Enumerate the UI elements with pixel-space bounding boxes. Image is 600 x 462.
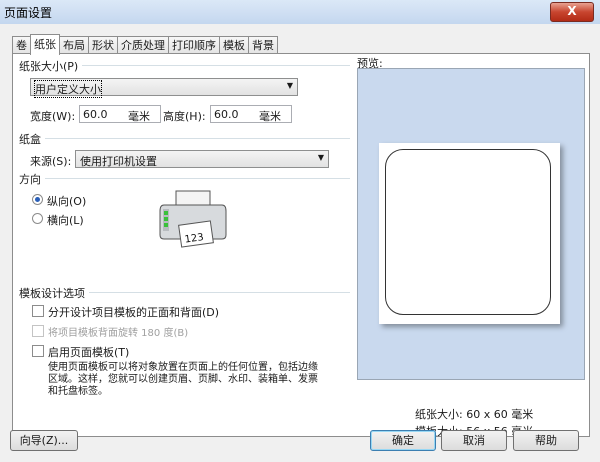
landscape-label[interactable]: 横向(L) xyxy=(47,212,84,228)
dialog-body: 卷 纸张 布局 形状 介质处理 打印顺序 模板 背景 纸张大小(P) 用户定义大… xyxy=(0,24,600,462)
width-value: 60.0 xyxy=(83,108,108,121)
tab-layout[interactable]: 布局 xyxy=(59,36,89,54)
portrait-radio[interactable] xyxy=(32,194,43,205)
description-line-1: 使用页面模板可以将对象放置在页面上的任何位置，包括边缘 xyxy=(48,362,318,373)
paper-tab-panel: 纸张大小(P) 用户定义大小 ▼ 宽度(W): 60.0 毫米 高度(H): 6… xyxy=(12,53,590,438)
paper-tray-group-label: 纸盒 xyxy=(19,133,45,146)
preview-pane xyxy=(357,68,585,380)
help-button[interactable]: 帮助 xyxy=(513,430,579,451)
chevron-down-icon: ▼ xyxy=(317,153,324,162)
page-template-description: 使用页面模板可以将对象放置在页面上的任何位置，包括边缘 区域。这样，您就可以创建… xyxy=(48,362,318,398)
tab-media-handling[interactable]: 介质处理 xyxy=(117,36,169,54)
orientation-group-label: 方向 xyxy=(19,173,45,186)
chevron-down-icon: ▼ xyxy=(286,81,293,90)
source-value: 使用打印机设置 xyxy=(80,155,157,168)
template-options-group: 模板设计选项 xyxy=(19,285,350,300)
paper-size-select[interactable]: 用户定义大小 ▼ xyxy=(30,78,298,98)
tab-volume[interactable]: 卷 xyxy=(12,36,31,54)
printer-icon: 123 xyxy=(159,190,227,248)
width-unit: 毫米 xyxy=(128,110,150,123)
height-value: 60.0 xyxy=(214,108,239,121)
window-title: 页面设置 xyxy=(4,6,53,20)
paper-size-group: 纸张大小(P) xyxy=(19,58,350,73)
paper-size-group-label: 纸张大小(P) xyxy=(19,60,83,73)
description-line-3: 和托盘标签。 xyxy=(48,386,108,397)
paper-size-value: 用户定义大小 xyxy=(34,80,102,98)
tab-shape[interactable]: 形状 xyxy=(88,36,118,54)
separate-front-back-checkbox[interactable] xyxy=(32,305,44,317)
tab-strip: 卷 纸张 布局 形状 介质处理 打印顺序 模板 背景 xyxy=(12,34,278,55)
enable-page-template-checkbox[interactable] xyxy=(32,345,44,357)
close-button[interactable]: X xyxy=(550,2,594,22)
ok-button[interactable]: 确定 xyxy=(370,430,436,451)
width-label: 宽度(W): xyxy=(30,110,76,123)
rotate-back-checkbox xyxy=(32,325,44,337)
description-line-2: 区域。这样，您就可以创建页眉、页脚、水印、装箱单、发票 xyxy=(48,374,318,385)
preview-template-outline xyxy=(385,149,551,315)
page-setup-dialog: 页面设置 X 卷 纸张 布局 形状 介质处理 打印顺序 模板 背景 纸张大小(P… xyxy=(0,0,600,462)
tab-paper[interactable]: 纸张 xyxy=(30,34,60,55)
rotate-back-label: 将项目模板背面旋转 180 度(B) xyxy=(48,328,189,339)
tab-background[interactable]: 背景 xyxy=(248,36,278,54)
landscape-radio[interactable] xyxy=(32,213,43,224)
portrait-label[interactable]: 纵向(O) xyxy=(47,193,86,209)
height-field[interactable]: 60.0 毫米 xyxy=(210,105,292,123)
enable-page-template-label[interactable]: 启用页面模板(T) xyxy=(48,344,129,360)
wizard-button[interactable]: 向导(Z)... xyxy=(10,430,78,451)
height-label: 高度(H): xyxy=(163,110,206,123)
tab-print-order[interactable]: 打印顺序 xyxy=(168,36,220,54)
title-bar: 页面设置 X xyxy=(0,0,600,25)
width-field[interactable]: 60.0 毫米 xyxy=(79,105,161,123)
cancel-button[interactable]: 取消 xyxy=(441,430,507,451)
source-select[interactable]: 使用打印机设置 ▼ xyxy=(75,150,329,168)
paper-tray-group: 纸盒 xyxy=(19,131,350,146)
paper-size-readout: 纸张大小: 60 x 60 毫米 xyxy=(415,408,534,421)
height-unit: 毫米 xyxy=(259,110,281,123)
template-options-group-label: 模板设计选项 xyxy=(19,287,89,300)
tab-template[interactable]: 模板 xyxy=(219,36,249,54)
separate-front-back-label[interactable]: 分开设计项目模板的正面和背面(D) xyxy=(48,304,219,320)
preview-paper xyxy=(379,143,560,324)
orientation-group: 方向 xyxy=(19,171,350,186)
source-label: 来源(S): xyxy=(30,155,72,168)
